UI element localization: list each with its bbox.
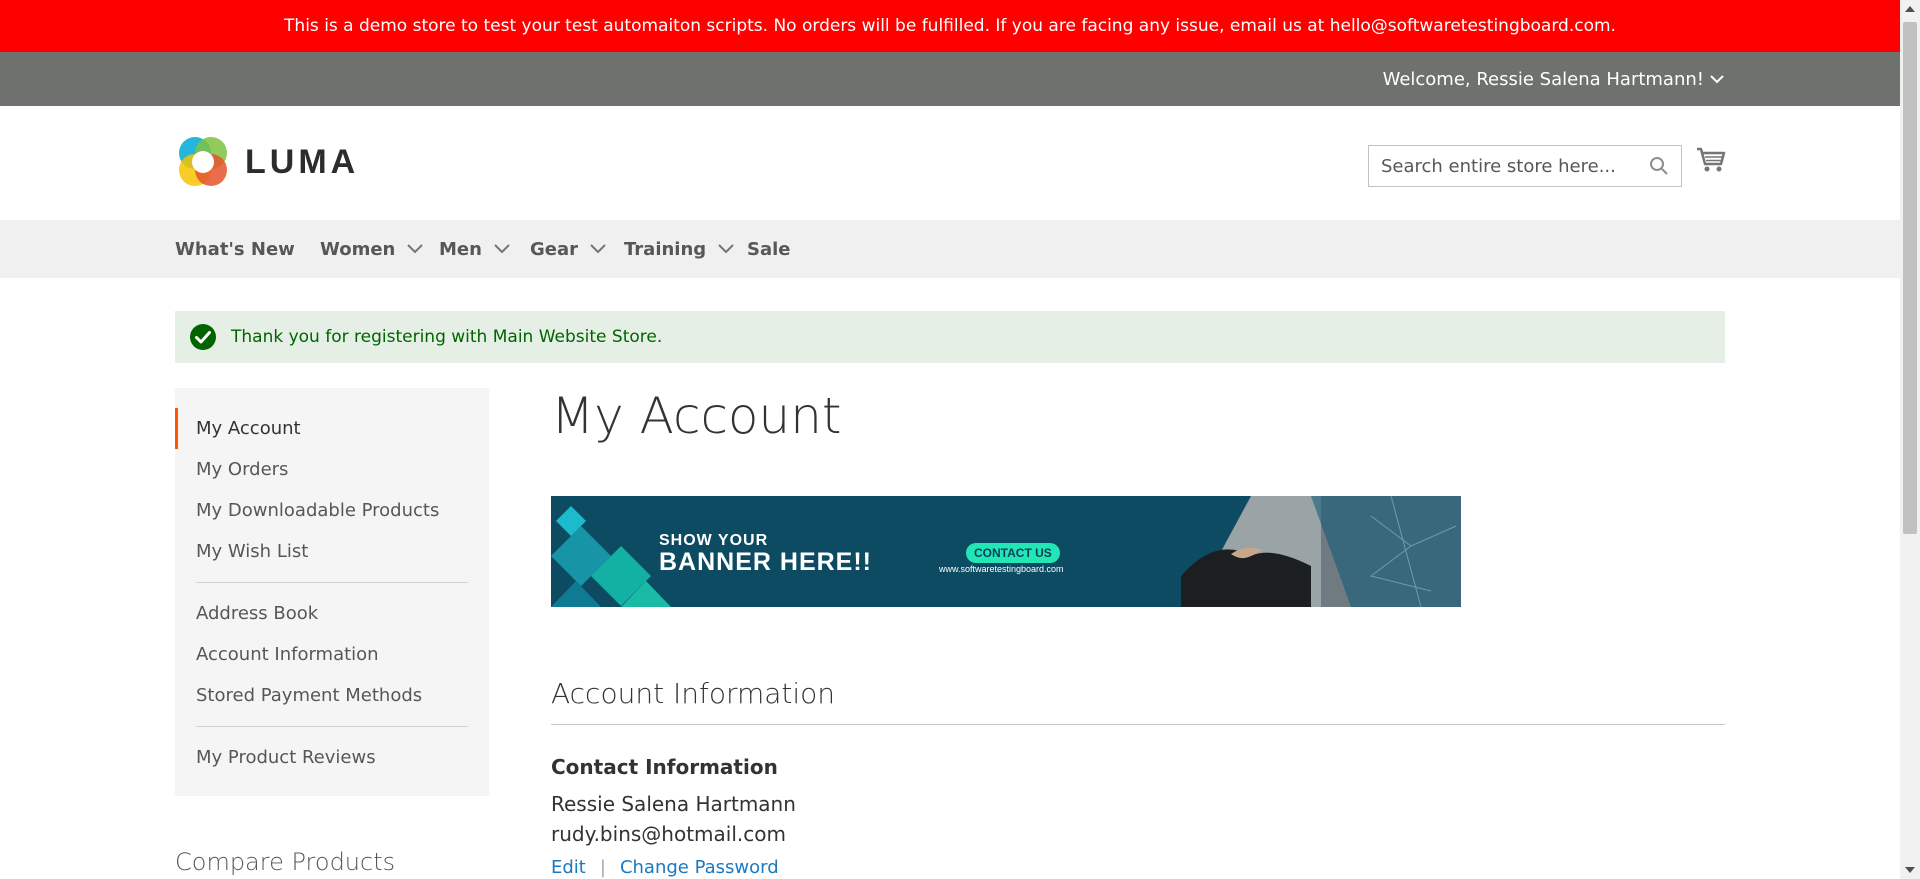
cart-icon [1697, 147, 1726, 172]
nav-item-label: Men [439, 238, 482, 260]
account-sidebar: My Account My Orders My Downloadable Pro… [175, 388, 489, 796]
banner-headline-large: BANNER HERE!! [659, 548, 872, 576]
sidebar-item-stored-payment-methods[interactable]: Stored Payment Methods [175, 675, 489, 716]
customer-welcome-menu[interactable]: Welcome, Ressie Salena Hartmann! [1383, 52, 1724, 106]
nav-item-gear[interactable]: Gear [530, 220, 606, 278]
site-header: LUMA [0, 106, 1900, 220]
sidebar-item-downloadable-products[interactable]: My Downloadable Products [175, 490, 489, 531]
nav-item-men[interactable]: Men [439, 220, 510, 278]
sidebar-divider [196, 726, 468, 727]
page-scrollbar[interactable] [1900, 0, 1920, 879]
action-separator: | [599, 857, 606, 878]
customer-name: Ressie Salena Hartmann [551, 792, 796, 816]
success-message-text: Thank you for registering with Main Webs… [231, 327, 663, 347]
chevron-down-icon [494, 244, 510, 254]
luma-logo-icon [179, 137, 227, 186]
edit-link[interactable]: Edit [551, 857, 586, 878]
search-icon[interactable] [1649, 156, 1669, 176]
contact-information-title: Contact Information [551, 755, 778, 779]
customer-email: rudy.bins@hotmail.com [551, 822, 786, 846]
sidebar-divider [196, 582, 468, 583]
main-navigation: What's New Women Men Gear Training Sale [0, 220, 1900, 278]
compare-products-title: Compare Products [175, 848, 396, 876]
sidebar-item-my-orders[interactable]: My Orders [175, 449, 489, 490]
nav-item-label: What's New [175, 238, 295, 260]
header-panel: Welcome, Ressie Salena Hartmann! [0, 52, 1900, 106]
welcome-text: Welcome, Ressie Salena Hartmann! [1382, 68, 1704, 90]
nav-item-women[interactable]: Women [320, 220, 424, 278]
chevron-down-icon [1710, 75, 1724, 84]
search-box[interactable] [1368, 145, 1682, 187]
scroll-up-icon[interactable] [1905, 6, 1915, 12]
nav-item-whats-new[interactable]: What's New [175, 220, 295, 278]
sidebar-item-product-reviews[interactable]: My Product Reviews [175, 737, 489, 778]
chevron-down-icon [407, 244, 424, 254]
chevron-down-icon [590, 244, 606, 254]
success-message: Thank you for registering with Main Webs… [175, 311, 1725, 363]
sidebar-item-my-account[interactable]: My Account [175, 408, 489, 449]
change-password-link[interactable]: Change Password [620, 857, 779, 878]
nav-item-label: Sale [747, 238, 791, 260]
logo-text: LUMA [245, 142, 360, 181]
search-input[interactable] [1381, 155, 1649, 177]
banner-website: www.softwaretestingboard.com [939, 564, 1064, 574]
demo-notice-bar: This is a demo store to test your test a… [0, 0, 1900, 52]
nav-item-label: Training [624, 238, 707, 260]
promo-banner[interactable]: SHOW YOUR BANNER HERE!! CONTACT US www.s… [551, 496, 1461, 607]
minicart-button[interactable] [1696, 146, 1726, 178]
nav-item-training[interactable]: Training [624, 220, 734, 278]
check-circle-icon [190, 324, 216, 350]
nav-item-label: Gear [530, 238, 579, 260]
contact-actions: Edit | Change Password [551, 857, 1725, 878]
sidebar-item-address-book[interactable]: Address Book [175, 593, 489, 634]
sidebar-item-wish-list[interactable]: My Wish List [175, 531, 489, 572]
scrollbar-thumb[interactable] [1903, 22, 1917, 534]
chevron-down-icon [718, 244, 734, 254]
sidebar-item-account-information[interactable]: Account Information [175, 634, 489, 675]
demo-notice-text: This is a demo store to test your test a… [284, 16, 1616, 36]
nav-item-label: Women [320, 238, 396, 260]
scroll-down-icon[interactable] [1905, 867, 1915, 873]
banner-contact-button[interactable]: CONTACT US [966, 543, 1060, 563]
account-information-title: Account Information [551, 677, 1725, 725]
main-content: My Account SHOW YOUR BANNER HERE!! CONTA… [551, 388, 1725, 878]
page-title: My Account [551, 387, 842, 445]
nav-item-sale[interactable]: Sale [747, 220, 791, 278]
store-logo[interactable]: LUMA [175, 134, 359, 190]
